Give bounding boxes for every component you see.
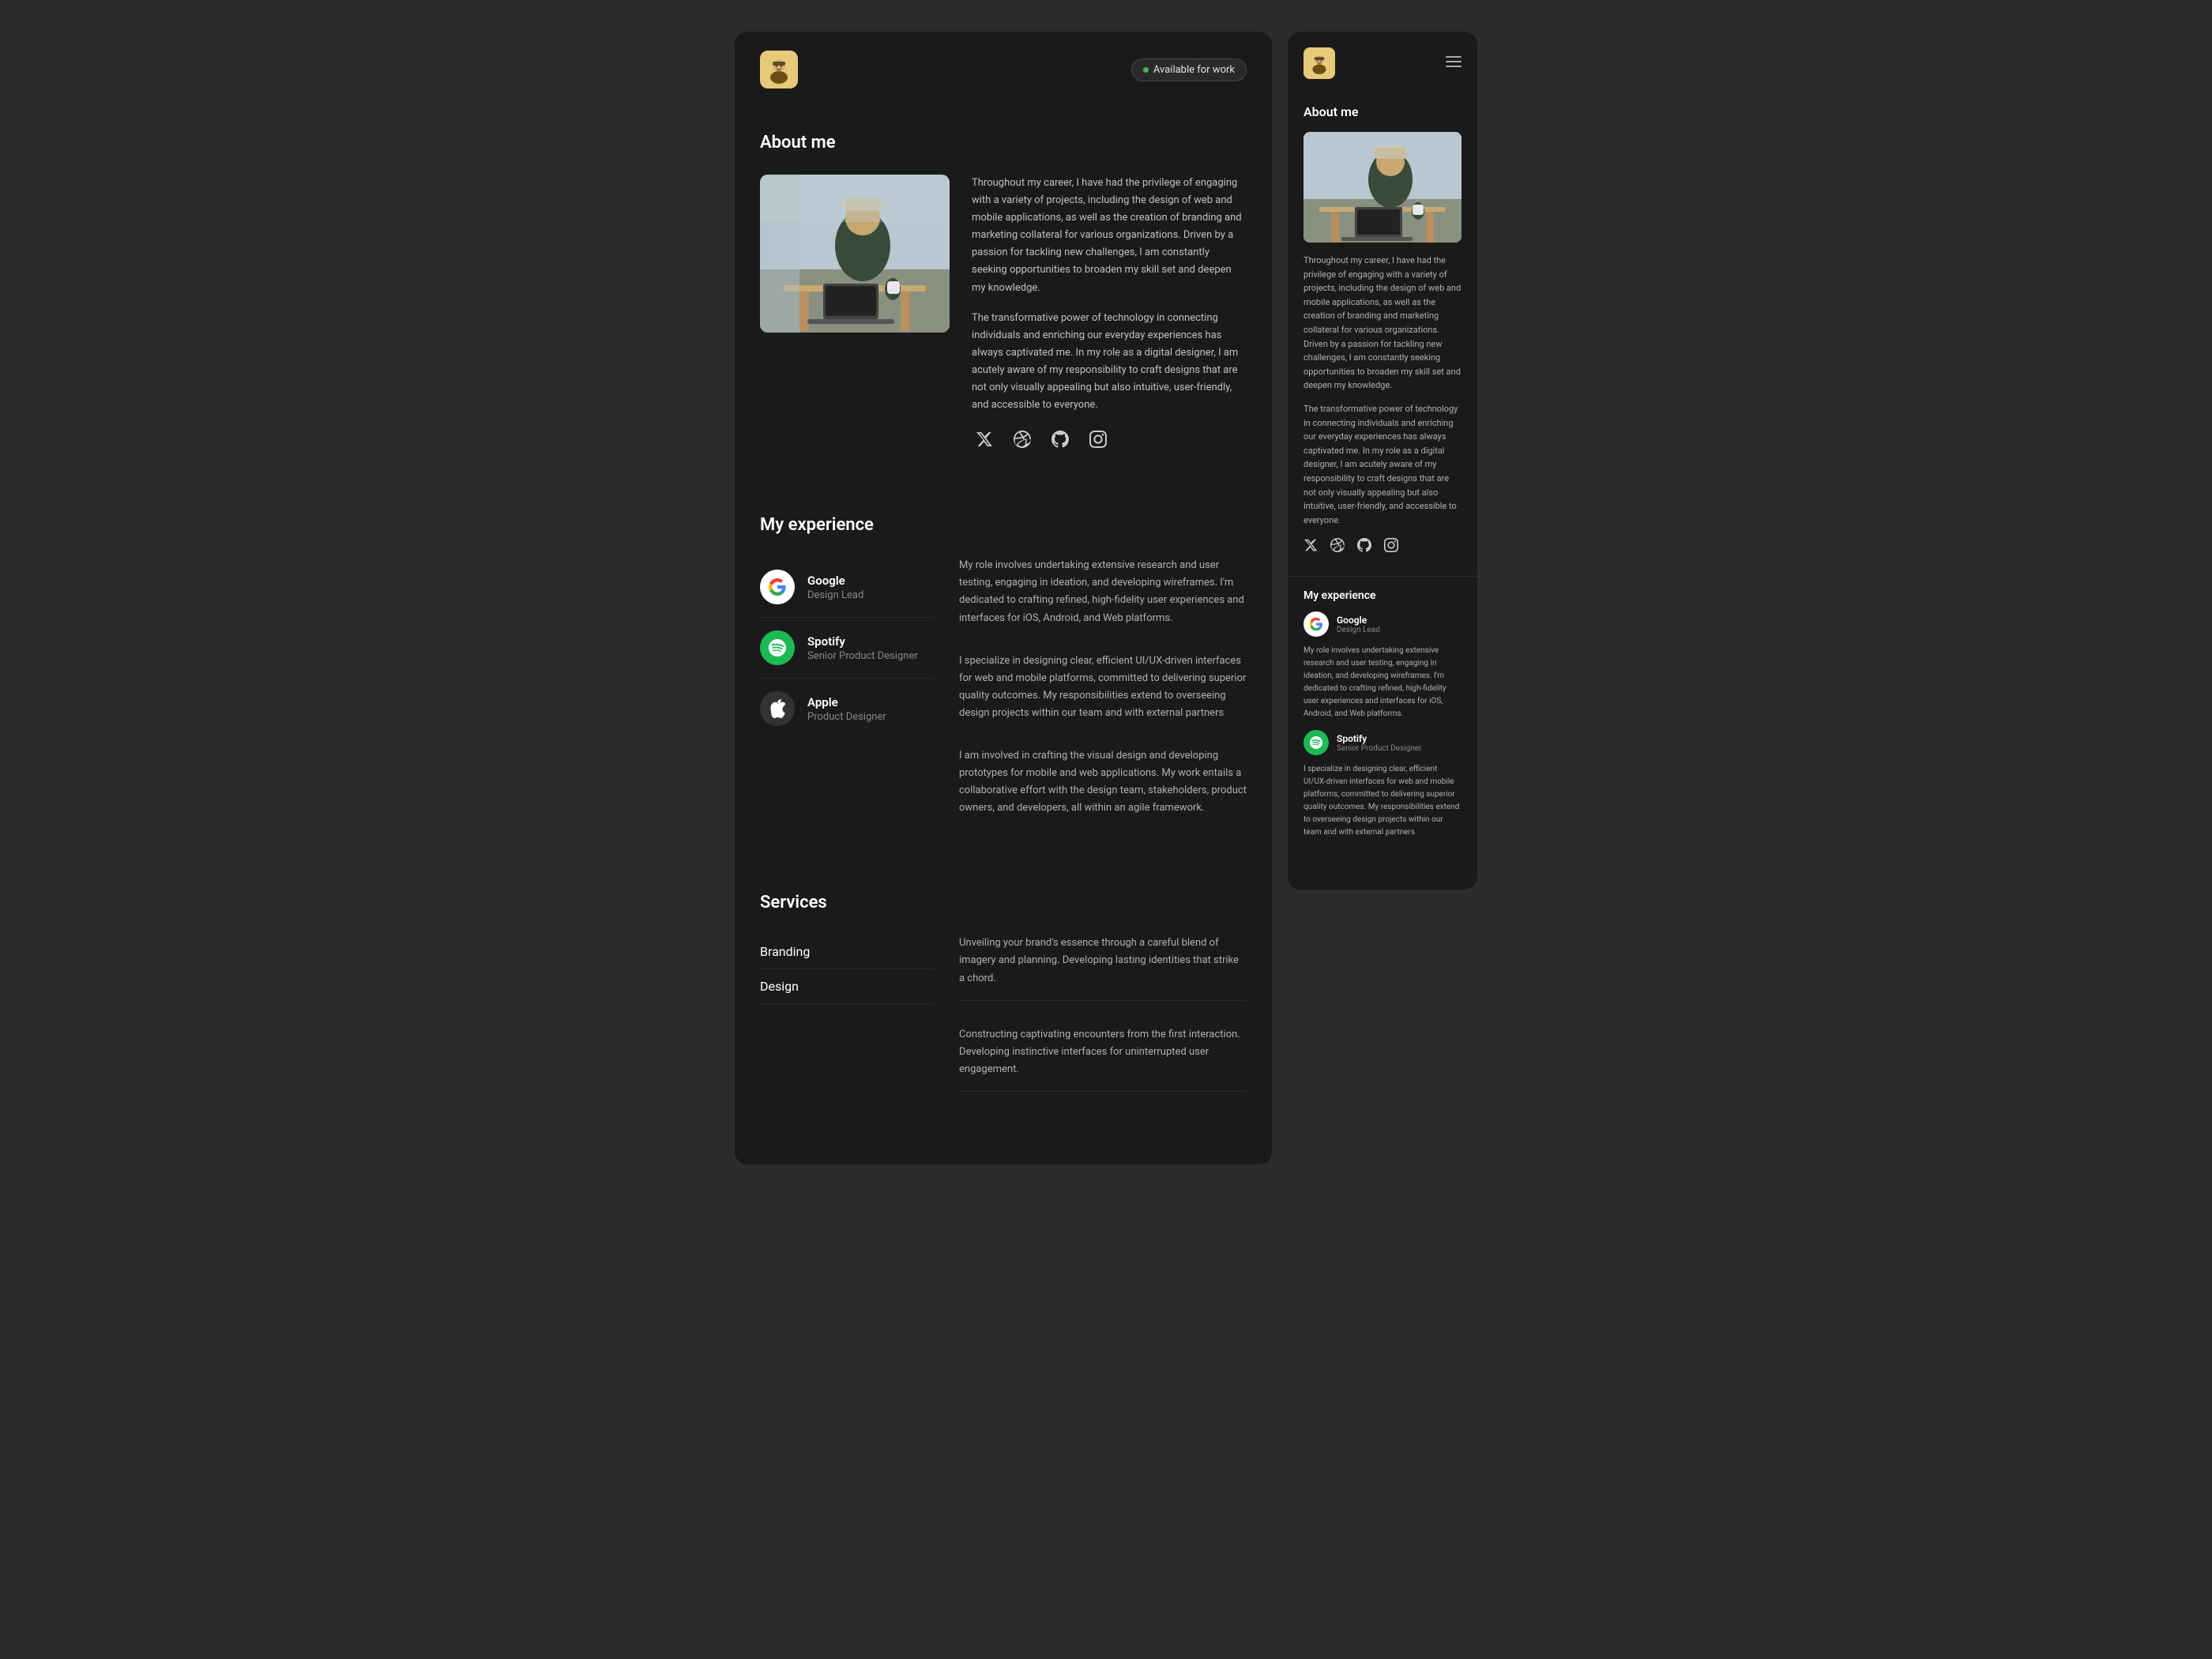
right-about-p1: Throughout my career, I have had the pri… bbox=[1304, 254, 1462, 393]
branding-desc: Unveiling your brand's essence through a… bbox=[959, 935, 1247, 1000]
google-item: Google Design Lead bbox=[760, 557, 934, 618]
right-about-title: About me bbox=[1304, 104, 1462, 119]
right-google-role: Design Lead bbox=[1337, 626, 1380, 634]
instagram-icon[interactable] bbox=[1085, 427, 1111, 452]
available-badge: Available for work bbox=[1131, 58, 1247, 81]
main-panel: Available for work About me bbox=[735, 32, 1272, 1164]
right-spotify-company: Spotify bbox=[1337, 733, 1422, 744]
services-list: Branding Design bbox=[760, 935, 934, 1117]
spotify-item: Spotify Senior Product Designer bbox=[760, 618, 934, 679]
right-about-p2: The transformative power of technology i… bbox=[1304, 402, 1462, 527]
design-service[interactable]: Design bbox=[760, 969, 934, 1004]
right-exp-title: My experience bbox=[1304, 589, 1462, 602]
right-avatar[interactable] bbox=[1304, 47, 1335, 79]
right-photo bbox=[1304, 132, 1462, 243]
github-icon[interactable] bbox=[1048, 427, 1073, 452]
spotify-desc: I specialize in designing clear, efficie… bbox=[959, 653, 1247, 722]
right-about-section: About me Throughout my career, I have ha… bbox=[1288, 95, 1477, 576]
spotify-info: Spotify Senior Product Designer bbox=[807, 634, 934, 662]
services-descriptions: Unveiling your brand's essence through a… bbox=[959, 935, 1247, 1117]
about-text: Throughout my career, I have had the pri… bbox=[972, 175, 1247, 452]
right-spotify-logo bbox=[1304, 730, 1329, 755]
spotify-company: Spotify bbox=[807, 634, 934, 649]
right-panel: About me Throughout my career, I have ha… bbox=[1288, 32, 1477, 890]
google-info: Google Design Lead bbox=[807, 574, 934, 601]
services-section: Services Branding Design Unveiling your … bbox=[735, 867, 1272, 1117]
right-github-icon[interactable] bbox=[1357, 538, 1375, 555]
experience-layout: Google Design Lead Spotify Senior Produc… bbox=[760, 557, 1247, 842]
right-social-icons bbox=[1304, 538, 1462, 555]
right-spotify-item: Spotify Senior Product Designer bbox=[1304, 730, 1462, 755]
experience-descriptions: My role involves undertaking extensive r… bbox=[959, 557, 1247, 842]
right-twitter-icon[interactable] bbox=[1304, 538, 1321, 555]
apple-company: Apple bbox=[807, 695, 934, 709]
right-experience-section: My experience Google Design Lead My role… bbox=[1288, 576, 1477, 858]
spotify-logo bbox=[760, 630, 795, 665]
right-google-desc: My role involves undertaking extensive r… bbox=[1304, 645, 1462, 720]
right-google-info: Google Design Lead bbox=[1337, 615, 1380, 634]
company-list: Google Design Lead Spotify Senior Produc… bbox=[760, 557, 934, 842]
google-logo bbox=[760, 570, 795, 604]
social-icons bbox=[972, 427, 1247, 452]
about-content: Throughout my career, I have had the pri… bbox=[760, 175, 1247, 452]
right-instagram-icon[interactable] bbox=[1384, 538, 1401, 555]
about-photo bbox=[760, 175, 950, 333]
right-google-item: Google Design Lead bbox=[1304, 611, 1462, 637]
about-paragraph-2: The transformative power of technology i… bbox=[972, 310, 1247, 415]
about-title: About me bbox=[760, 133, 1247, 152]
twitter-icon[interactable] bbox=[972, 427, 997, 452]
about-paragraph-1: Throughout my career, I have had the pri… bbox=[972, 175, 1247, 297]
right-google-logo bbox=[1304, 611, 1329, 637]
main-header: Available for work bbox=[735, 32, 1272, 107]
apple-info: Apple Product Designer bbox=[807, 695, 934, 723]
status-dot bbox=[1143, 67, 1149, 73]
avatar[interactable] bbox=[760, 51, 798, 88]
apple-logo bbox=[760, 691, 795, 726]
branding-service[interactable]: Branding bbox=[760, 935, 934, 969]
experience-section: My experience Google Design L bbox=[735, 490, 1272, 842]
services-title: Services bbox=[760, 893, 1247, 912]
available-label: Available for work bbox=[1153, 64, 1235, 76]
hamburger-icon[interactable] bbox=[1446, 56, 1462, 70]
right-header bbox=[1288, 32, 1477, 95]
google-desc: My role involves undertaking extensive r… bbox=[959, 557, 1247, 626]
google-role: Design Lead bbox=[807, 589, 934, 601]
about-section: About me bbox=[735, 107, 1272, 452]
google-company: Google bbox=[807, 574, 934, 588]
spotify-role: Senior Product Designer bbox=[807, 650, 934, 662]
right-spotify-role: Senior Product Designer bbox=[1337, 744, 1422, 753]
right-spotify-info: Spotify Senior Product Designer bbox=[1337, 733, 1422, 753]
apple-desc: I am involved in crafting the visual des… bbox=[959, 747, 1247, 817]
right-spotify-desc: I specialize in designing clear, efficie… bbox=[1304, 763, 1462, 839]
design-desc: Constructing captivating encounters from… bbox=[959, 1026, 1247, 1092]
apple-role: Product Designer bbox=[807, 711, 934, 723]
right-dribbble-icon[interactable] bbox=[1330, 538, 1348, 555]
apple-item: Apple Product Designer bbox=[760, 679, 934, 739]
right-google-company: Google bbox=[1337, 615, 1380, 626]
experience-title: My experience bbox=[760, 515, 1247, 535]
services-layout: Branding Design Unveiling your brand's e… bbox=[760, 935, 1247, 1117]
dribbble-icon[interactable] bbox=[1010, 427, 1035, 452]
